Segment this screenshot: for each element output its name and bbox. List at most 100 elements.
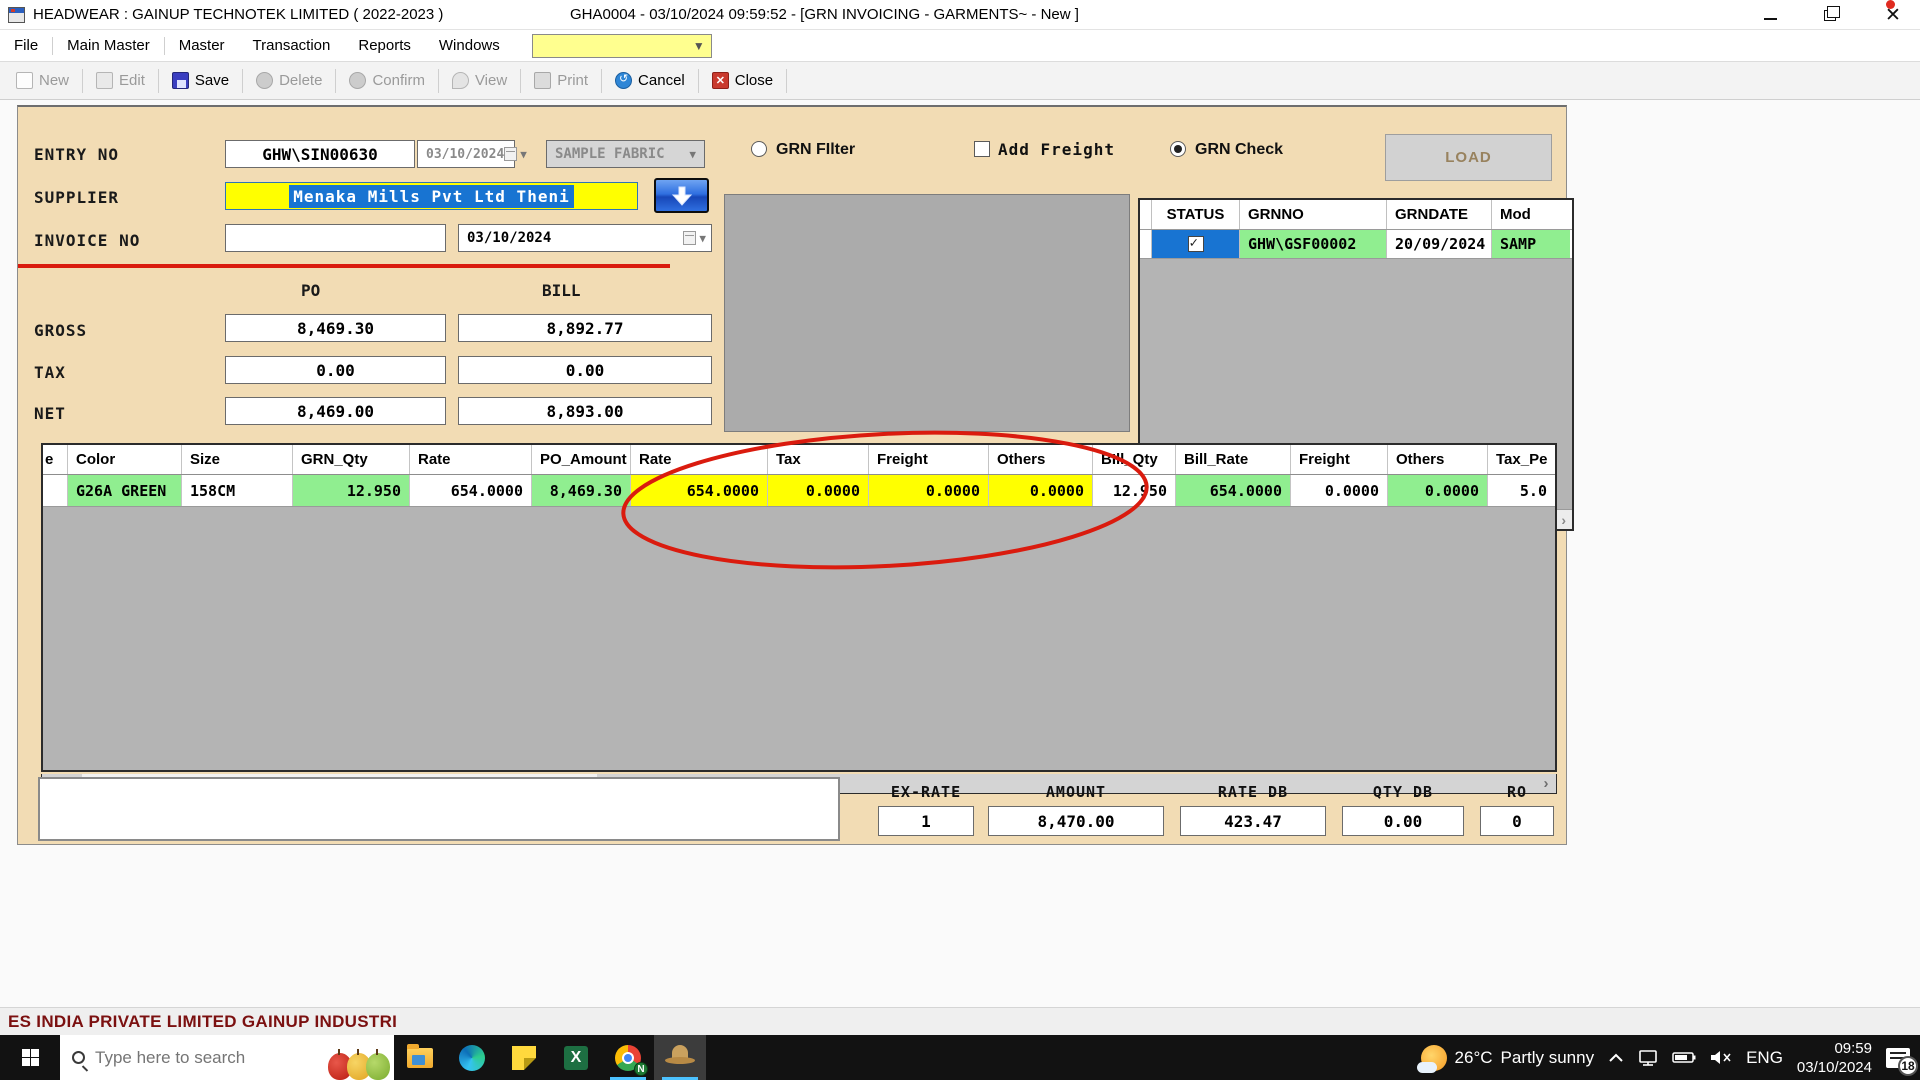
scroll-right-arrow[interactable]: ›	[1561, 512, 1566, 528]
col-header-size[interactable]: Size	[182, 445, 293, 474]
col-header-freight[interactable]: Freight	[869, 445, 989, 474]
gross-po-field[interactable]: 8,469.30	[225, 314, 446, 342]
tax-cell[interactable]: 0.0000	[768, 475, 869, 506]
network-icon[interactable]	[1638, 1050, 1658, 1066]
mode-column-header[interactable]: Mod	[1492, 200, 1570, 229]
grndate-cell[interactable]: 20/09/2024	[1387, 230, 1492, 258]
col-header-color[interactable]: Color	[68, 445, 182, 474]
confirm-button[interactable]: Confirm	[339, 66, 435, 96]
grn-qty-cell[interactable]: 12.950	[293, 475, 410, 506]
tax-po-field[interactable]: 0.00	[225, 356, 446, 384]
size-cell[interactable]: 158CM	[182, 475, 293, 506]
col-header-rate[interactable]: Rate	[410, 445, 532, 474]
qty-db-field[interactable]: 0.00	[1342, 806, 1464, 836]
view-button[interactable]: View	[442, 66, 517, 96]
search-highlight-apples-image[interactable]	[333, 1053, 390, 1080]
restore-button[interactable]	[1824, 10, 1842, 21]
gross-bill-field[interactable]: 8,892.77	[458, 314, 712, 342]
weather-widget[interactable]: 26°C Partly sunny	[1421, 1045, 1595, 1071]
menu-main-master[interactable]: Main Master	[53, 30, 164, 61]
status-column-header[interactable]: STATUS	[1152, 200, 1240, 229]
ex-rate-field[interactable]: 1	[878, 806, 974, 836]
col-header-others2[interactable]: Others	[1388, 445, 1488, 474]
items-grid-row[interactable]: G26A GREEN 158CM 12.950 654.0000 8,469.3…	[43, 475, 1555, 507]
net-po-field[interactable]: 8,469.00	[225, 397, 446, 425]
start-button[interactable]	[0, 1035, 60, 1080]
remarks-textarea[interactable]	[38, 777, 840, 841]
menu-reports[interactable]: Reports	[344, 30, 425, 61]
col-header-others[interactable]: Others	[989, 445, 1093, 474]
battery-icon[interactable]	[1672, 1051, 1696, 1064]
grn-check-radio[interactable]	[1170, 141, 1186, 157]
supplier-field[interactable]: Menaka Mills Pvt Ltd Theni	[225, 182, 638, 210]
row-selector-cell[interactable]	[43, 475, 68, 506]
col-header-bill-rate[interactable]: Bill_Rate	[1176, 445, 1291, 474]
mode-cell[interactable]: SAMP	[1492, 230, 1570, 258]
bill-qty-cell[interactable]: 12.950	[1093, 475, 1176, 506]
entry-no-field[interactable]: GHW\SIN00630	[225, 140, 415, 168]
action-center-icon[interactable]: 18	[1886, 1048, 1910, 1068]
menu-transaction[interactable]: Transaction	[239, 30, 345, 61]
tax-bill-field[interactable]: 0.00	[458, 356, 712, 384]
file-explorer-taskbar-icon[interactable]	[394, 1035, 446, 1080]
menu-windows[interactable]: Windows	[425, 30, 514, 61]
grn-filter-radio[interactable]	[751, 141, 767, 157]
chrome-taskbar-icon[interactable]: N	[602, 1035, 654, 1080]
tray-chevron-up-icon[interactable]	[1608, 1053, 1624, 1063]
close-form-button[interactable]: Close	[702, 66, 783, 96]
volume-muted-icon[interactable]	[1710, 1050, 1732, 1065]
menu-file[interactable]: File	[0, 30, 52, 61]
grnno-column-header[interactable]: GRNNO	[1240, 200, 1387, 229]
cancel-button[interactable]: Cancel	[605, 66, 695, 96]
language-indicator[interactable]: ENG	[1746, 1048, 1783, 1068]
print-button[interactable]: Print	[524, 66, 598, 96]
grn-list-row[interactable]: GHW\GSF00002 20/09/2024 SAMP	[1140, 230, 1572, 259]
edge-taskbar-icon[interactable]	[446, 1035, 498, 1080]
clock-widget[interactable]: 09:59 03/10/2024	[1797, 1039, 1872, 1077]
erp-app-taskbar-icon[interactable]	[654, 1035, 706, 1080]
search-input[interactable]	[95, 1048, 275, 1068]
add-freight-checkbox[interactable]	[974, 141, 990, 157]
rate-db-field[interactable]: 423.47	[1180, 806, 1326, 836]
col-header-bill-rate-entry[interactable]: Rate	[631, 445, 768, 474]
sticky-notes-taskbar-icon[interactable]	[498, 1035, 550, 1080]
net-bill-field[interactable]: 8,893.00	[458, 397, 712, 425]
ro-field[interactable]: 0	[1480, 806, 1554, 836]
status-cell[interactable]	[1152, 230, 1240, 258]
po-amount-cell[interactable]: 8,469.30	[532, 475, 631, 506]
others-cell[interactable]: 0.0000	[989, 475, 1093, 506]
col-header-freight2[interactable]: Freight	[1291, 445, 1388, 474]
delete-button[interactable]: Delete	[246, 66, 332, 96]
rate-cell[interactable]: 654.0000	[410, 475, 532, 506]
load-button[interactable]: LOAD	[1385, 134, 1552, 181]
bill-rate-entry-cell[interactable]: 654.0000	[631, 475, 768, 506]
excel-taskbar-icon[interactable]: X	[550, 1035, 602, 1080]
checked-checkbox-icon[interactable]	[1188, 236, 1204, 252]
others2-cell[interactable]: 0.0000	[1388, 475, 1488, 506]
bill-rate-cell[interactable]: 654.0000	[1176, 475, 1291, 506]
amount-field[interactable]: 8,470.00	[988, 806, 1164, 836]
freight-cell[interactable]: 0.0000	[869, 475, 989, 506]
col-header-grn-qty[interactable]: GRN_Qty	[293, 445, 410, 474]
color-cell[interactable]: G26A GREEN	[68, 475, 182, 506]
menu-quick-combobox[interactable]: ▼	[532, 34, 712, 58]
new-button[interactable]: New	[6, 66, 79, 96]
taskbar-search[interactable]	[60, 1035, 394, 1080]
invoice-no-field[interactable]	[225, 224, 446, 252]
row-selector-cell[interactable]	[1140, 230, 1152, 258]
invoice-date-field[interactable]: 03/10/2024 ▼	[458, 224, 712, 252]
freight2-cell[interactable]: 0.0000	[1291, 475, 1388, 506]
col-header-tax-pct[interactable]: Tax_Pe	[1488, 445, 1555, 474]
grndate-column-header[interactable]: GRNDATE	[1387, 200, 1492, 229]
save-button[interactable]: Save	[162, 66, 239, 96]
col-header-0[interactable]: e	[43, 445, 68, 474]
col-header-po-amount[interactable]: PO_Amount	[532, 445, 631, 474]
minimize-button[interactable]	[1764, 10, 1782, 20]
edit-button[interactable]: Edit	[86, 66, 155, 96]
supplier-lookup-button[interactable]	[654, 178, 709, 213]
menu-master[interactable]: Master	[165, 30, 239, 61]
col-header-bill-qty[interactable]: BIll_Qty	[1093, 445, 1176, 474]
close-button[interactable]: ✕	[1884, 6, 1902, 25]
tax-pct-cell[interactable]: 5.0	[1488, 475, 1555, 506]
category-combobox[interactable]: SAMPLE FABRIC▼	[546, 140, 705, 168]
